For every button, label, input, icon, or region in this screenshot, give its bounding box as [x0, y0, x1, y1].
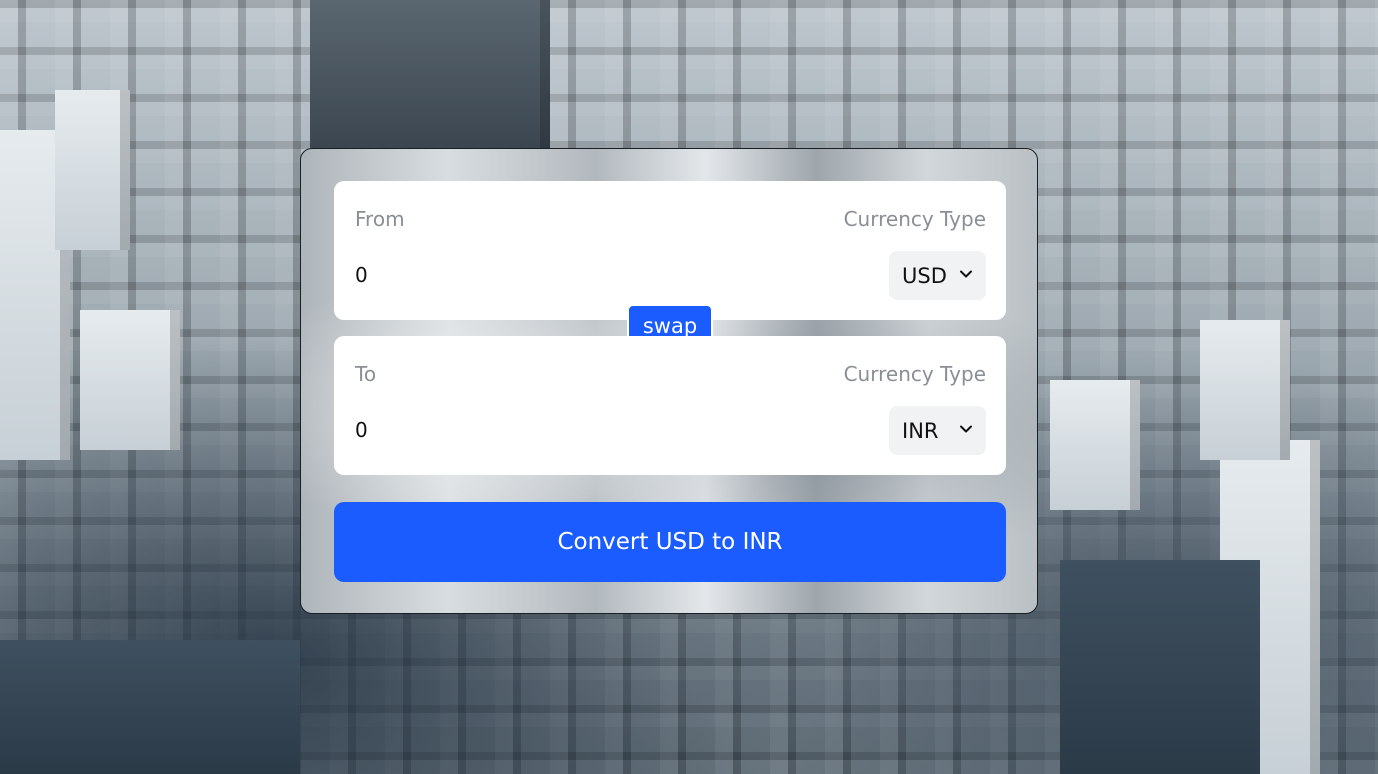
bg-tower-left-2	[55, 90, 130, 250]
from-currency-type-label: Currency Type	[843, 207, 986, 231]
to-panel: To Currency Type 0 INR	[334, 336, 1006, 475]
to-currency-value: INR	[902, 418, 939, 443]
chevron-down-icon	[960, 270, 972, 278]
bg-block-right	[1050, 380, 1140, 510]
to-currency-select[interactable]: INR	[889, 406, 986, 455]
from-currency-select[interactable]: USD	[889, 251, 986, 300]
bg-block-left	[80, 310, 180, 450]
chevron-down-icon	[960, 425, 972, 433]
convert-button[interactable]: Convert USD to INR	[334, 502, 1006, 582]
from-amount-input[interactable]: 0	[355, 263, 755, 287]
converter-card: From Currency Type 0 USD swap To Currenc…	[300, 148, 1038, 614]
bg-block-right-2	[1200, 320, 1290, 460]
from-label: From	[355, 207, 405, 231]
from-currency-value: USD	[902, 263, 947, 288]
to-currency-type-label: Currency Type	[843, 362, 986, 386]
bg-water-left	[0, 640, 300, 774]
bg-tower-top	[310, 0, 550, 148]
from-panel: From Currency Type 0 USD	[334, 181, 1006, 320]
to-amount-input[interactable]: 0	[355, 418, 755, 442]
bg-water-right	[1060, 560, 1260, 774]
to-label: To	[355, 362, 377, 386]
